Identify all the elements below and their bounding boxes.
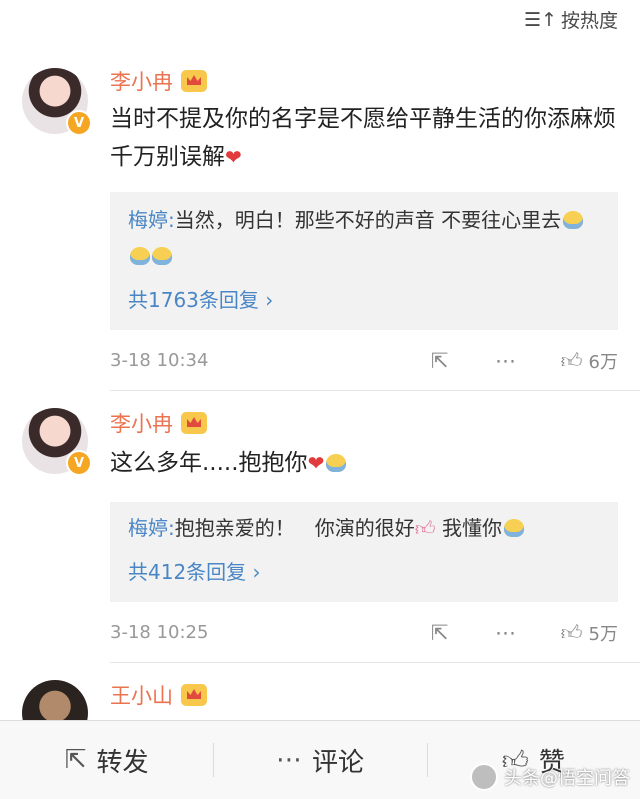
- hug-emoji-icon: [326, 454, 347, 472]
- commenter-name[interactable]: 李小冉: [110, 66, 173, 96]
- sort-label: 按热度: [560, 10, 618, 32]
- verified-badge-icon: V: [66, 110, 92, 136]
- view-replies-link[interactable]: 共412条回复 ›: [128, 556, 261, 585]
- vip-crown-icon: [181, 684, 207, 706]
- commenter-name[interactable]: 王小山: [110, 680, 173, 710]
- repost-button[interactable]: ⇱ 转发: [0, 721, 213, 799]
- reply-author: 梅婷:: [128, 208, 175, 232]
- reply-text: 梅婷:抱抱亲爱的！ 你演的很好👍︎ 我懂你: [128, 510, 604, 546]
- repost-icon[interactable]: ⇱: [429, 622, 451, 644]
- repost-label: 转发: [96, 747, 149, 778]
- verified-badge-icon: V: [66, 450, 92, 476]
- like-count: 6万: [588, 352, 618, 373]
- comment-time: 3-18 10:34: [110, 350, 209, 371]
- view-replies-link[interactable]: 共1763条回复 ›: [128, 284, 273, 313]
- thumbs-up-icon[interactable]: 👍︎: [561, 350, 583, 372]
- vip-crown-icon: [181, 412, 207, 434]
- reply-author: 梅婷:: [128, 516, 175, 540]
- divider: [110, 662, 640, 663]
- repost-icon[interactable]: ⇱: [429, 350, 451, 372]
- hug-emoji-icon: [130, 247, 150, 265]
- vip-crown-icon: [181, 70, 207, 92]
- thumbs-up-icon[interactable]: 👍︎: [561, 622, 583, 644]
- sort-by-hot-button[interactable]: ☰↑ 按热度: [524, 6, 618, 33]
- comment-icon: ⋯: [275, 745, 302, 775]
- thumbs-up-emoji-icon: 👍︎: [414, 516, 436, 540]
- like-count: 5万: [588, 624, 618, 645]
- heart-emoji-icon: ❤: [225, 145, 242, 169]
- comment-icon[interactable]: ⋯: [495, 622, 517, 644]
- comment-time: 3-18 10:25: [110, 622, 209, 643]
- reply-box[interactable]: 梅婷:抱抱亲爱的！ 你演的很好👍︎ 我懂你 共412条回复 ›: [110, 502, 618, 602]
- reply-box[interactable]: 梅婷:当然，明白！那些不好的声音 不要往心里去 共1763条回复 ›: [110, 192, 618, 330]
- watermark-text: 头条@悟空问答: [504, 768, 630, 789]
- hug-emoji-icon: [563, 211, 584, 229]
- sort-icon: ☰↑: [524, 8, 557, 31]
- watermark: 头条@悟空问答: [470, 763, 630, 791]
- divider: [110, 390, 640, 391]
- hug-emoji-icon: [504, 519, 525, 537]
- heart-emoji-icon: ❤: [307, 451, 325, 475]
- commenter-name[interactable]: 李小冉: [110, 408, 173, 438]
- reply-text: 梅婷:当然，明白！那些不好的声音 不要往心里去: [128, 202, 604, 274]
- repost-icon: ⇱: [64, 745, 87, 775]
- toutiao-logo-icon: [470, 763, 498, 791]
- comment-label: 评论: [311, 747, 364, 778]
- comment-text: 当时不提及你的名字是不愿给平静生活的你添麻烦 千万别误解❤: [110, 106, 616, 170]
- hug-emoji-icon: [152, 247, 172, 265]
- comment-button[interactable]: ⋯ 评论: [213, 721, 426, 799]
- comment-icon[interactable]: ⋯: [495, 350, 517, 372]
- comment-text: 这么多年.....抱抱你❤: [110, 444, 616, 482]
